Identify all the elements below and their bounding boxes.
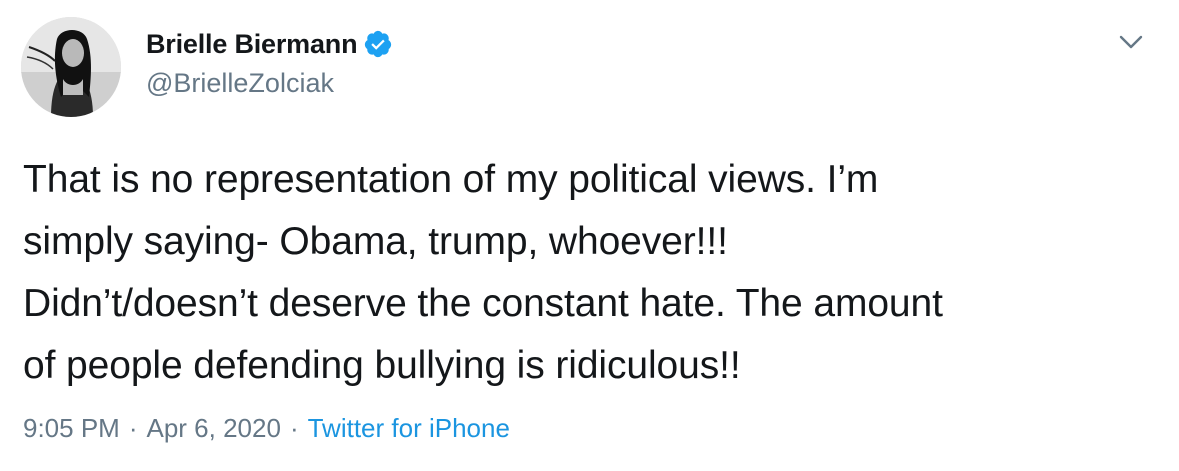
tweet-time[interactable]: 9:05 PM bbox=[23, 413, 120, 444]
meta-separator: · bbox=[289, 413, 299, 443]
name-row: Brielle Biermann bbox=[146, 26, 393, 62]
verified-badge-icon bbox=[363, 29, 393, 59]
tweet-date[interactable]: Apr 6, 2020 bbox=[147, 413, 281, 444]
tweet-text: That is no representation of my politica… bbox=[23, 158, 943, 387]
display-name[interactable]: Brielle Biermann bbox=[146, 29, 358, 60]
tweet-metadata: 9:05 PM · Apr 6, 2020 · Twitter for iPho… bbox=[23, 413, 510, 444]
handle[interactable]: @BrielleZolciak bbox=[146, 68, 393, 102]
author-block: Brielle Biermann @BrielleZolciak bbox=[146, 26, 393, 102]
avatar[interactable] bbox=[21, 17, 121, 117]
tweet-source-link[interactable]: Twitter for iPhone bbox=[308, 413, 510, 444]
chevron-down-icon[interactable] bbox=[1115, 26, 1147, 58]
meta-separator: · bbox=[128, 413, 138, 443]
tweet-card: Brielle Biermann @BrielleZolciak That is… bbox=[0, 0, 1179, 471]
avatar-photo bbox=[21, 17, 121, 117]
